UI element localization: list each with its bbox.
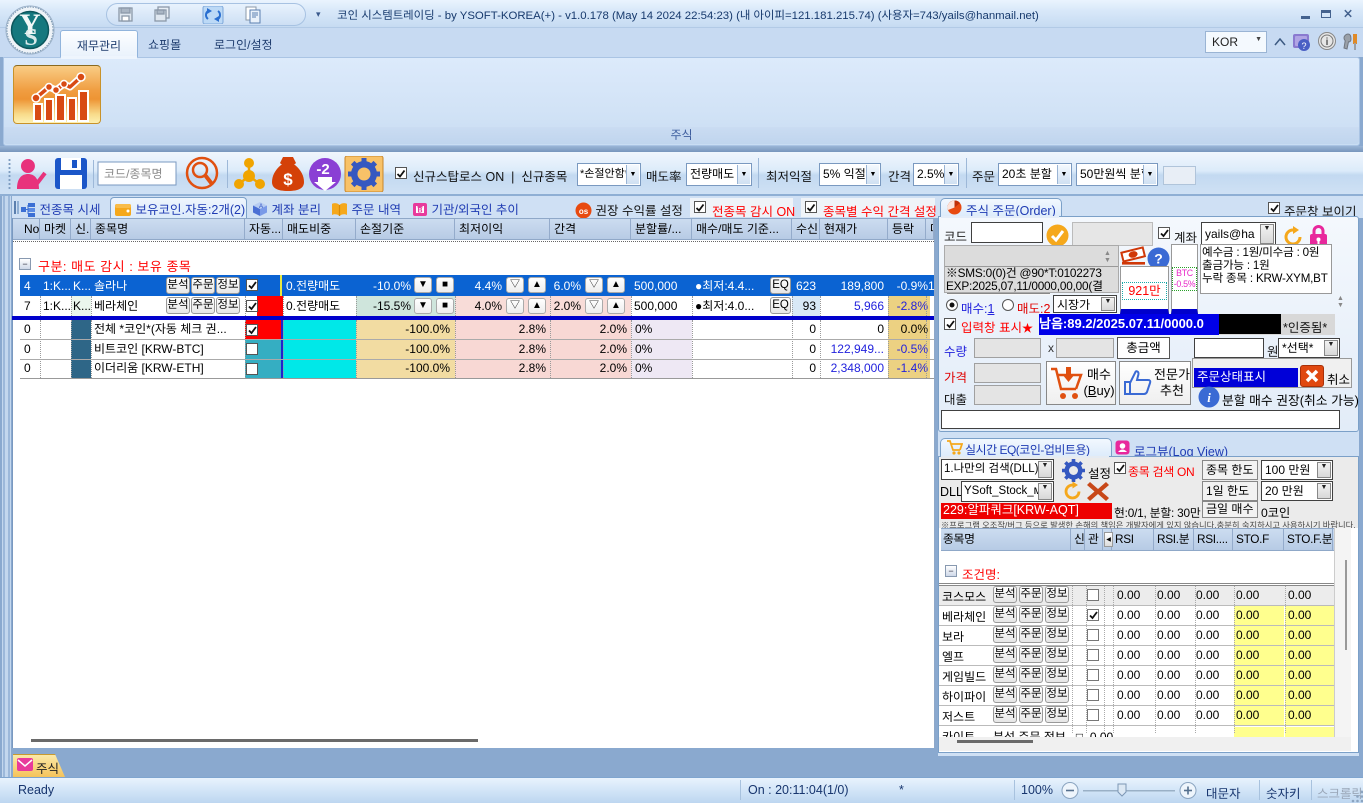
svg-text:?: ? (1154, 251, 1163, 267)
svg-text:$: $ (283, 170, 293, 189)
svg-text:i: i (1207, 390, 1211, 405)
svg-text:-2: -2 (316, 161, 329, 178)
svg-text:코드/종목명: 코드/종목명 (104, 167, 163, 181)
svg-text:?: ? (1301, 41, 1306, 51)
svg-text:i: i (1326, 37, 1329, 48)
svg-text:os: os (579, 207, 589, 216)
svg-text:A: A (259, 204, 263, 210)
svg-text:B: B (417, 208, 422, 215)
svg-text:S: S (24, 25, 37, 51)
